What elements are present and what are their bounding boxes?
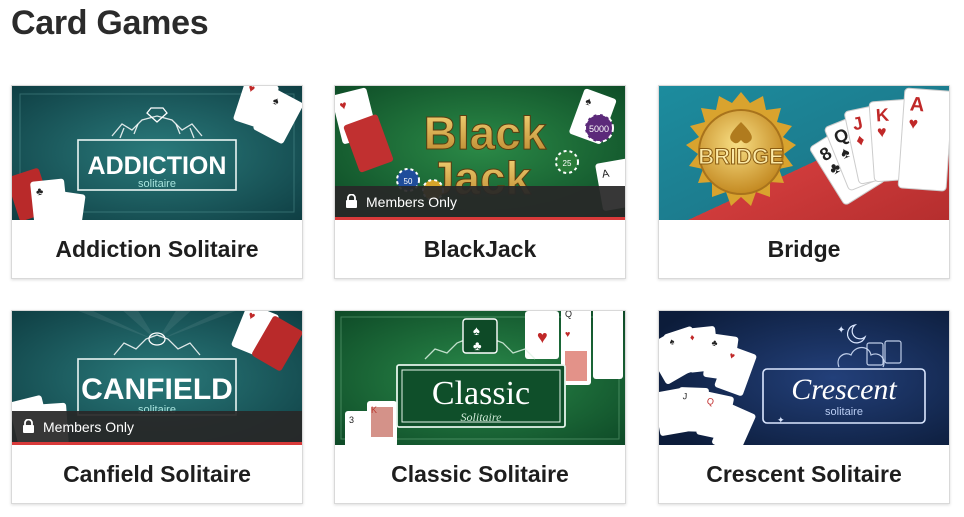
game-card-bridge[interactable]: BRIDGE 8 ♣ Q ♠ J ♦ K ♥ A ♥ Bridge (658, 85, 950, 279)
crescent-logo-subtext: solitaire (825, 406, 863, 418)
game-title[interactable]: Classic Solitaire (335, 445, 625, 504)
addiction-artwork: ♥ ♠ ♣ ADDICTION solitaire (12, 86, 302, 220)
members-only-banner: Members Only (335, 186, 625, 220)
game-title[interactable]: Canfield Solitaire (12, 445, 302, 504)
game-card-addiction-solitaire[interactable]: ♥ ♠ ♣ ADDICTION solitaire Addiction Soli… (11, 85, 303, 279)
game-title[interactable]: BlackJack (335, 220, 625, 279)
star-icon: ✦ (777, 416, 785, 426)
svg-text:♥: ♥ (537, 327, 548, 347)
bridge-artwork: BRIDGE 8♣ Q♠ J♦ K♥ A♥ (659, 86, 949, 220)
lock-icon (345, 194, 358, 209)
game-title[interactable]: Addiction Solitaire (12, 220, 302, 279)
game-thumbnail-blackjack[interactable]: ♥ ♠ A Black Jack 5000 25 50 Members Only (335, 86, 625, 220)
game-card-crescent-solitaire[interactable]: ♥ ♠ ♦ ♣ ♥ J Q ✦ ✦ Crescent solitaire C (658, 310, 950, 504)
game-title[interactable]: Crescent Solitaire (659, 445, 949, 504)
svg-text:♥: ♥ (908, 115, 919, 133)
chip-label-25: 25 (563, 159, 572, 168)
lock-icon (22, 419, 35, 434)
classic-artwork: ♥ Q ♥ 3 K ♠ ♣ Classic Solitaire (335, 311, 625, 445)
page-title: Card Games (11, 4, 209, 42)
svg-text:♥: ♥ (565, 329, 570, 339)
svg-text:3: 3 (349, 415, 354, 425)
game-title[interactable]: Bridge (659, 220, 949, 279)
classic-logo-text: Classic (432, 375, 530, 412)
svg-text:♣: ♣ (35, 186, 43, 199)
game-thumbnail-crescent[interactable]: ♥ ♠ ♦ ♣ ♥ J Q ✦ ✦ Crescent solitaire (659, 311, 949, 445)
crescent-artwork: ♥ ♠ ♦ ♣ ♥ J Q ✦ ✦ Crescent solitaire (659, 311, 949, 445)
svg-text:Q: Q (565, 311, 572, 319)
chip-label-50: 50 (404, 177, 413, 186)
star-icon: ✦ (837, 325, 845, 336)
members-only-banner: Members Only (12, 411, 302, 445)
svg-text:K: K (875, 105, 889, 126)
members-only-label: Members Only (366, 193, 458, 210)
classic-logo-subtext: Solitaire (461, 410, 503, 424)
svg-text:J: J (683, 391, 688, 401)
game-thumbnail-bridge[interactable]: BRIDGE 8 ♣ Q ♠ J ♦ K ♥ A ♥ (659, 86, 949, 220)
svg-text:A: A (909, 93, 925, 116)
club-icon: ♣ (473, 338, 482, 353)
game-card-canfield-solitaire[interactable]: ♥ CANFIELD solitaire Members Only Canfie… (11, 310, 303, 504)
canfield-logo-text: CANFIELD (81, 373, 233, 406)
game-card-blackjack[interactable]: ♥ ♠ A Black Jack 5000 25 50 Members Only… (334, 85, 626, 279)
members-only-label: Members Only (43, 418, 135, 435)
game-thumbnail-addiction[interactable]: ♥ ♠ ♣ ADDICTION solitaire (12, 86, 302, 220)
chip-label-5000: 5000 (589, 124, 609, 134)
crescent-logo-text: Crescent (791, 373, 897, 406)
game-thumbnail-classic[interactable]: ♥ Q ♥ 3 K ♠ ♣ Classic Solitaire (335, 311, 625, 445)
svg-text:♥: ♥ (877, 124, 888, 142)
spade-icon: ♠ (473, 323, 480, 338)
bridge-logo-text: BRIDGE (698, 144, 784, 169)
addiction-logo-subtext: solitaire (138, 178, 176, 190)
addiction-logo-text: ADDICTION (88, 152, 227, 180)
game-thumbnail-canfield[interactable]: ♥ CANFIELD solitaire Members Only (12, 311, 302, 445)
game-card-classic-solitaire[interactable]: ♥ Q ♥ 3 K ♠ ♣ Classic Solitaire C (334, 310, 626, 504)
